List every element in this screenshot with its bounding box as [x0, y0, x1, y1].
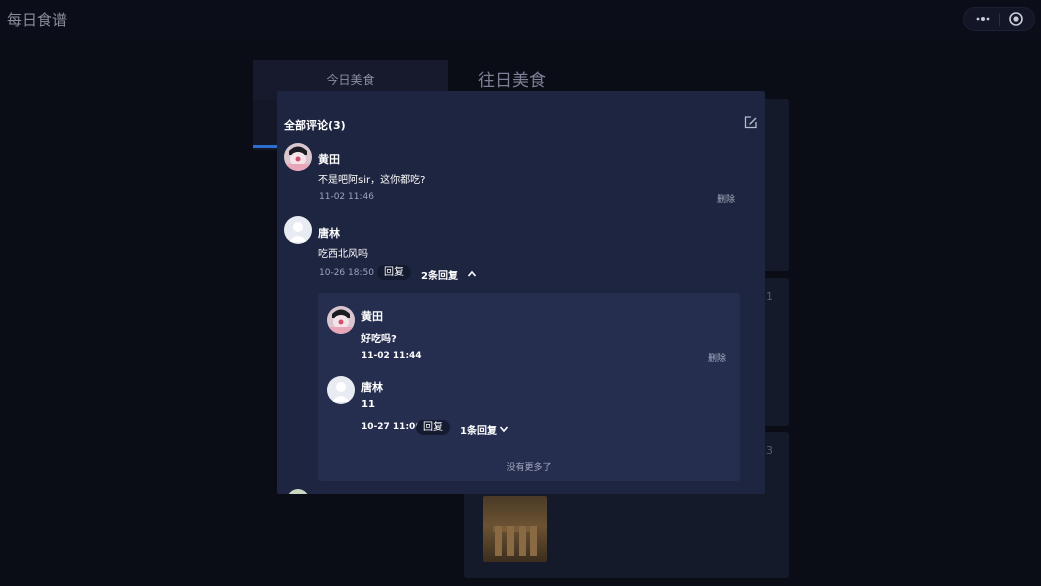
- reply-content: 11: [361, 399, 375, 410]
- edit-icon[interactable]: [743, 115, 758, 130]
- card-number: 3: [766, 444, 773, 457]
- comment-content: 吃西北风吗: [318, 249, 368, 260]
- comments-modal: 全部评论(3) 黄田 不是吧阿sir，这你都吃? 11-02 11:46 删除 …: [277, 91, 765, 494]
- past-food-title: 往日美食: [478, 71, 546, 91]
- reply-count-toggle[interactable]: 1条回复: [460, 422, 497, 437]
- comments-header: 全部评论(3): [284, 119, 346, 132]
- reply-time: 10-27 11:06: [361, 422, 422, 432]
- comment-author: 唐林: [318, 227, 340, 240]
- reply-content: 好吃吗?: [361, 334, 397, 345]
- avatar[interactable]: [327, 376, 355, 404]
- comment-content: 不是吧阿sir，这你都吃?: [318, 175, 426, 186]
- food-thumbnail[interactable]: [483, 496, 547, 562]
- app-title: 每日食谱: [7, 11, 68, 29]
- chevron-down-icon[interactable]: [499, 424, 509, 434]
- reply-button[interactable]: 回复: [377, 265, 411, 280]
- delete-button[interactable]: 删除: [708, 351, 726, 364]
- app-bar: 每日食谱: [0, 0, 1041, 40]
- reply-author: 黄田: [361, 310, 383, 323]
- comment-time: 11-02 11:46: [319, 192, 374, 202]
- delete-button[interactable]: 删除: [717, 192, 735, 205]
- close-target-icon[interactable]: [1008, 11, 1024, 27]
- miniprogram-capsule: [963, 7, 1035, 31]
- no-more-label: 没有更多了: [506, 463, 552, 473]
- capsule-divider: [999, 13, 1000, 26]
- avatar[interactable]: [287, 489, 309, 494]
- avatar[interactable]: [284, 143, 312, 171]
- avatar[interactable]: [327, 306, 355, 334]
- reply-time: 11-02 11:44: [361, 351, 422, 361]
- comment-author: 黄田: [318, 153, 340, 166]
- avatar[interactable]: [284, 216, 312, 244]
- replies-panel: 黄田 好吃吗? 11-02 11:44 删除 唐林 11 10-27 11:06…: [318, 293, 740, 481]
- reply-count-toggle[interactable]: 2条回复: [421, 267, 458, 282]
- comment-time: 10-26 18:50: [319, 268, 374, 278]
- card-number: 1: [766, 290, 773, 303]
- reply-author: 唐林: [361, 381, 383, 394]
- reply-button[interactable]: 回复: [416, 420, 450, 435]
- chevron-up-icon[interactable]: [467, 269, 477, 279]
- more-icon[interactable]: [974, 11, 992, 27]
